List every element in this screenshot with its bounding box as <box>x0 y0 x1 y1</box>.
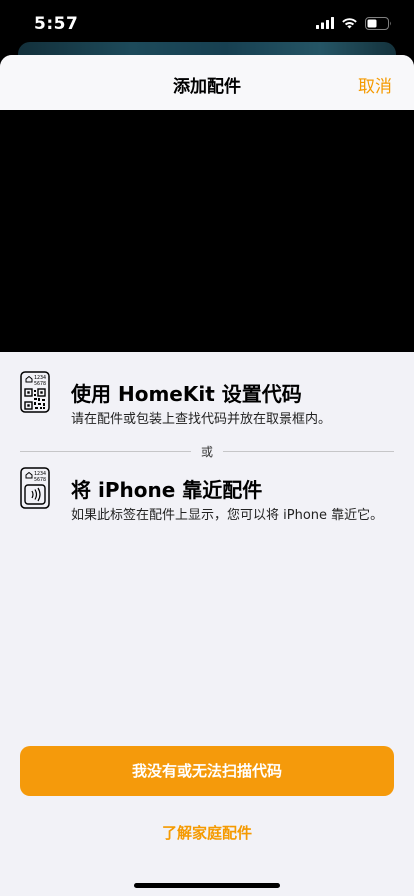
signal-icon <box>316 17 334 29</box>
status-time: 5:57 <box>34 14 79 34</box>
add-accessory-sheet: 添加配件 取消 1234 5678 使用 HomeKit 设置代码 请在配件或包… <box>0 55 414 896</box>
learn-more-link[interactable]: 了解家庭配件 <box>0 822 414 843</box>
wifi-icon <box>342 18 357 29</box>
status-icons <box>316 16 392 30</box>
svg-text:5678: 5678 <box>34 477 46 483</box>
nfc-tag-icon: 1234 5678 <box>20 467 50 509</box>
divider-label: 或 <box>0 441 414 460</box>
battery-icon <box>365 16 391 30</box>
option-subtitle: 请在配件或包装上查找代码并放在取景框内。 <box>71 412 332 427</box>
status-bar: 5:57 <box>0 0 414 46</box>
home-indicator[interactable] <box>134 883 280 888</box>
cancel-button[interactable]: 取消 <box>358 72 392 97</box>
no-code-button[interactable]: 我没有或无法扫描代码 <box>20 746 394 796</box>
page-title: 添加配件 <box>173 77 241 97</box>
nav-bar: 添加配件 取消 <box>0 55 414 110</box>
option-title: 将 iPhone 靠近配件 <box>71 478 263 502</box>
option-title: 使用 HomeKit 设置代码 <box>71 382 302 406</box>
qr-code-icon: 1234 5678 <box>20 371 50 413</box>
svg-text:5678: 5678 <box>34 381 46 387</box>
option-subtitle: 如果此标签在配件上显示，您可以将 iPhone 靠近它。 <box>71 508 384 523</box>
camera-viewfinder[interactable] <box>0 110 414 352</box>
